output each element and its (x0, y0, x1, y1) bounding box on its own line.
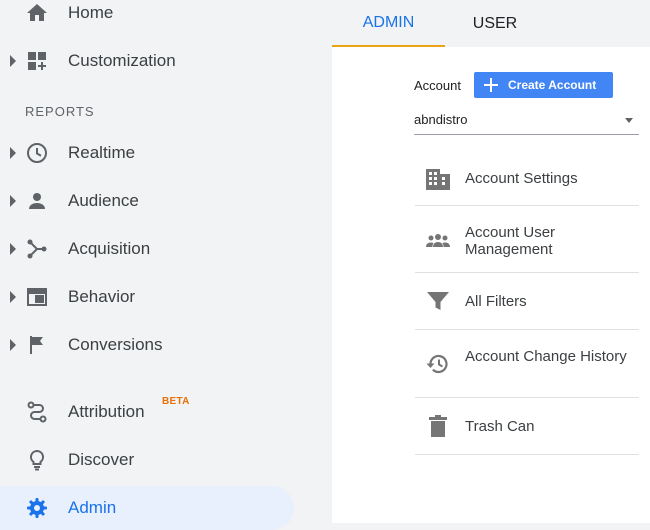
lightbulb-icon (24, 447, 50, 473)
chevron-right-icon[interactable] (8, 338, 18, 352)
menu-item-account-settings[interactable]: Account Settings (415, 152, 639, 206)
trash-icon (423, 411, 453, 441)
menu-item-label: All Filters (465, 293, 527, 310)
sidebar-item-label: Attribution (68, 402, 145, 421)
building-icon (423, 164, 453, 194)
sidebar-item-label: Behavior (68, 287, 136, 306)
account-menu: Account Settings Account User Management… (415, 152, 639, 455)
sidebar-item-label: Conversions (68, 335, 163, 354)
tab-user[interactable]: USER (445, 0, 545, 47)
sidebar-item-label: Realtime (68, 143, 136, 162)
sidebar-item-audience[interactable]: Audience (0, 179, 294, 223)
sidebar-item-label: Audience (68, 191, 139, 210)
sidebar-item-customization[interactable]: Customization (0, 39, 294, 83)
account-panel: Account Create Account abndistro Account… (332, 47, 650, 523)
sidebar-item-behavior[interactable]: Behavior (0, 275, 294, 319)
attribution-icon (24, 399, 50, 425)
chevron-right-icon[interactable] (8, 194, 18, 208)
sidebar-item-label: Admin (68, 498, 117, 517)
chevron-right-icon[interactable] (8, 290, 18, 304)
menu-item-label: Trash Can (465, 418, 535, 435)
people-icon (423, 226, 453, 256)
admin-user-tabs: ADMIN USER (332, 0, 650, 47)
account-label: Account (414, 78, 461, 93)
person-icon (24, 188, 50, 214)
sidebar-item-attribution[interactable]: Attribution BETA (0, 390, 294, 434)
acquisition-icon (24, 236, 50, 262)
sidebar-item-admin[interactable]: Admin (0, 486, 294, 530)
sidebar-item-label: Customization (68, 51, 176, 70)
section-heading-reports: REPORTS (25, 104, 95, 119)
dropdown-arrow-icon (625, 118, 633, 123)
flag-icon (24, 332, 50, 358)
create-account-button[interactable]: Create Account (474, 72, 613, 98)
plus-icon (484, 78, 498, 92)
create-account-label: Create Account (508, 78, 597, 92)
sidebar: Home Customization REPORTS Realtime Audi… (0, 0, 332, 530)
home-icon (24, 0, 50, 26)
filter-icon (423, 286, 453, 316)
sidebar-item-label: Home (68, 3, 114, 22)
customization-icon (24, 48, 50, 74)
menu-item-label: Account Settings (465, 170, 578, 187)
menu-item-account-user-management[interactable]: Account User Management (415, 206, 639, 273)
account-select-value: abndistro (414, 112, 468, 127)
sidebar-item-label: Acquisition (68, 239, 151, 258)
menu-item-label: Account User Management (465, 224, 556, 258)
menu-item-label: Account Change History (465, 348, 627, 365)
chevron-right-icon[interactable] (8, 146, 18, 160)
sidebar-item-realtime[interactable]: Realtime (0, 131, 294, 175)
behavior-icon (24, 284, 50, 310)
menu-item-account-change-history[interactable]: Account Change History (415, 330, 639, 398)
chevron-right-icon[interactable] (8, 242, 18, 256)
history-icon (423, 349, 453, 379)
gear-icon (24, 495, 50, 521)
chevron-right-icon[interactable] (8, 54, 18, 68)
sidebar-item-conversions[interactable]: Conversions (0, 323, 294, 367)
account-select[interactable]: abndistro (414, 110, 639, 135)
beta-badge: BETA (162, 396, 190, 407)
menu-item-all-filters[interactable]: All Filters (415, 273, 639, 330)
sidebar-item-home[interactable]: Home (0, 0, 294, 35)
sidebar-item-discover[interactable]: Discover (0, 438, 294, 482)
menu-item-trash-can[interactable]: Trash Can (415, 398, 639, 455)
tab-admin[interactable]: ADMIN (332, 0, 445, 47)
clock-icon (24, 140, 50, 166)
sidebar-item-acquisition[interactable]: Acquisition (0, 227, 294, 271)
sidebar-item-label: Discover (68, 450, 135, 469)
